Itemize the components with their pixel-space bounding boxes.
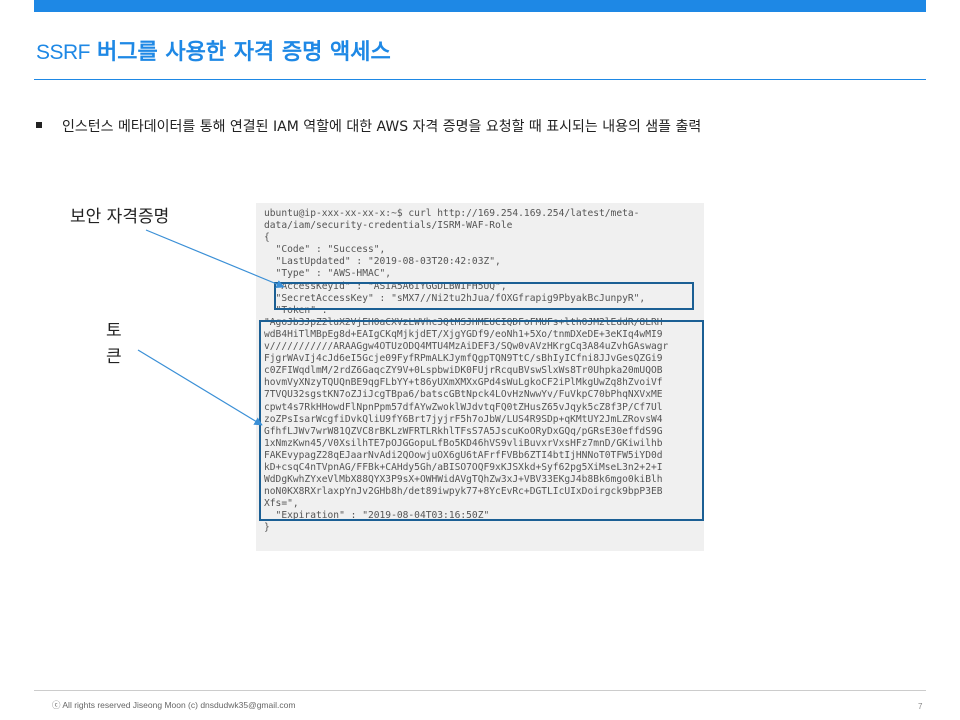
bullet-text: 인스턴스 메타데이터를 통해 연결된 IAM 역할에 대한 AWS 자격 증명을… (62, 119, 702, 135)
footer-copyright: ⓒ All rights reserved Jiseong Moon (c) d… (52, 700, 296, 710)
token-arrow (137, 349, 263, 426)
title-divider (34, 79, 926, 80)
top-accent-bar (34, 0, 926, 12)
code-line: { (264, 232, 270, 244)
code-line: } (264, 522, 270, 534)
title-prefix: SSRF (36, 41, 91, 64)
token-label-line2: 큰 (106, 347, 122, 367)
code-line: data/iam/security-credentials/ISRM-WAF-R… (264, 220, 513, 232)
title-main: 버그를 사용한 자격 증명 액세스 (97, 40, 391, 65)
credentials-label: 보안 자격증명 (70, 207, 170, 227)
code-line: "Type" : "AWS-HMAC", (264, 268, 392, 280)
code-line: "LastUpdated" : "2019-08-03T20:42:03Z", (264, 256, 501, 268)
token-highlight-box (259, 320, 704, 521)
bullet-point: 인스턴스 메타데이터를 통해 연결된 IAM 역할에 대한 AWS 자격 증명을… (36, 116, 701, 136)
page-number: 7 (918, 702, 923, 711)
token-label-line1: 토 (106, 321, 122, 341)
code-line: ubuntu@ip-xxx-xx-xx-x:~$ curl http://169… (264, 208, 640, 219)
credentials-highlight-box (274, 282, 694, 310)
token-label: 토 큰 (106, 318, 122, 370)
code-line: "Code" : "Success", (264, 244, 386, 256)
slide-title: SSRF 버그를 사용한 자격 증명 액세스 (36, 34, 391, 66)
footer-divider (34, 690, 926, 691)
bullet-square-icon (36, 122, 42, 128)
